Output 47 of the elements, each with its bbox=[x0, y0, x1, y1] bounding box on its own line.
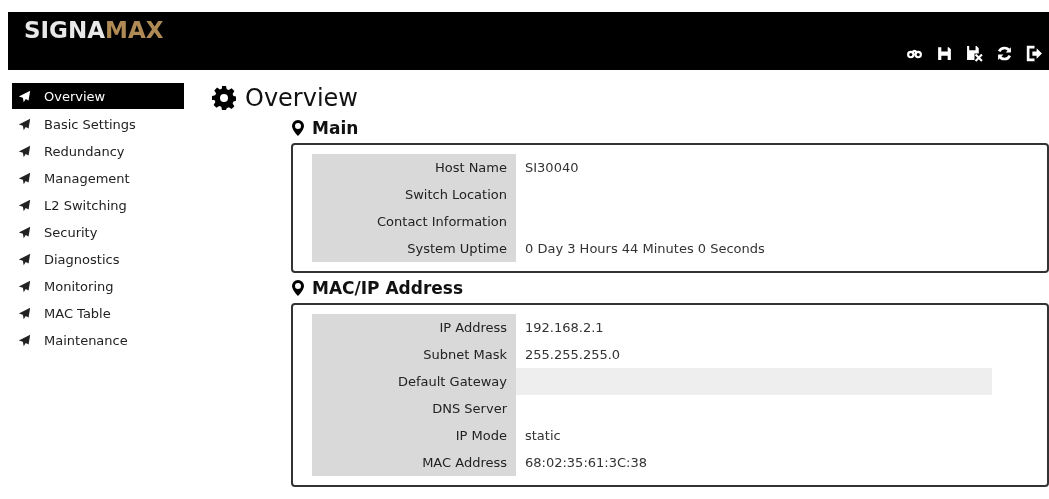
map-pin-icon bbox=[292, 280, 304, 296]
sidebar-item[interactable]: Diagnostics bbox=[12, 246, 184, 273]
field-label: DNS Server bbox=[312, 395, 516, 422]
field-value: 192.168.2.1 bbox=[524, 319, 605, 337]
save-cancel-icon[interactable] bbox=[966, 45, 983, 62]
paper-plane-icon bbox=[18, 199, 31, 212]
field-label: Host Name bbox=[312, 154, 516, 181]
paper-plane-icon bbox=[18, 307, 31, 320]
sidebar-item[interactable]: Basic Settings bbox=[12, 111, 184, 138]
sidebar-item[interactable]: Overview bbox=[12, 83, 184, 109]
sidebar-item[interactable]: Management bbox=[12, 165, 184, 192]
page-title: Overview bbox=[245, 84, 358, 112]
sidebar-item[interactable]: L2 Switching bbox=[12, 192, 184, 219]
field-label: Subnet Mask bbox=[312, 341, 516, 368]
field-label: Contact Information bbox=[312, 208, 516, 235]
field-value: 68:02:35:61:3C:38 bbox=[524, 454, 648, 472]
logout-icon[interactable] bbox=[1026, 45, 1043, 62]
paper-plane-icon bbox=[18, 172, 31, 185]
sidebar-item[interactable]: Security bbox=[12, 219, 184, 246]
paper-plane-icon bbox=[18, 253, 31, 266]
field-value: 255.255.255.0 bbox=[524, 346, 622, 364]
field-value: static bbox=[524, 427, 562, 445]
field-value: 0 Day 3 Hours 44 Minutes 0 Seconds bbox=[524, 240, 766, 258]
field-label: System Uptime bbox=[312, 235, 516, 262]
paper-plane-icon bbox=[18, 89, 31, 103]
map-pin-icon bbox=[292, 120, 304, 136]
sidebar-item[interactable]: Maintenance bbox=[12, 327, 184, 354]
field-label: Switch Location bbox=[312, 181, 516, 208]
save-icon[interactable] bbox=[936, 45, 953, 62]
paper-plane-icon bbox=[18, 226, 31, 239]
paper-plane-icon bbox=[18, 145, 31, 158]
paper-plane-icon bbox=[18, 118, 31, 131]
refresh-icon[interactable] bbox=[996, 45, 1013, 62]
field-label: MAC Address bbox=[312, 449, 516, 476]
field-label: IP Mode bbox=[312, 422, 516, 449]
field-label: IP Address bbox=[312, 314, 516, 341]
paper-plane-icon bbox=[18, 280, 31, 293]
field-label: Default Gateway bbox=[312, 368, 516, 395]
logo: SIGNAMAX bbox=[23, 16, 164, 44]
section-title: Main bbox=[312, 118, 359, 138]
sidebar-item[interactable]: Monitoring bbox=[12, 273, 184, 300]
sidebar-item[interactable]: Redundancy bbox=[12, 138, 184, 165]
section-title: MAC/IP Address bbox=[312, 278, 464, 298]
field-value: SI30040 bbox=[524, 159, 580, 177]
sidebar-item[interactable]: MAC Table bbox=[12, 300, 184, 327]
gear-icon bbox=[212, 86, 236, 110]
paper-plane-icon bbox=[18, 334, 31, 347]
